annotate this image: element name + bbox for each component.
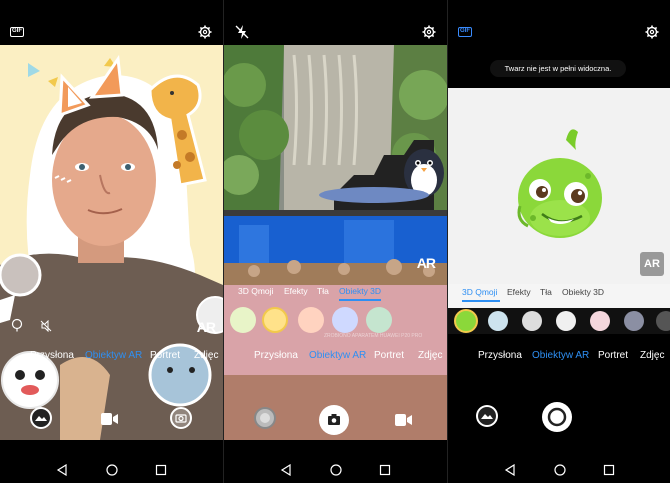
gallery-icon[interactable] [254,407,276,429]
video-icon[interactable] [395,413,413,427]
shutter-icon[interactable] [542,402,572,432]
screenshot-composite: GIF AR Przysłona Obiektyw AR Portret Zdj… [0,0,670,483]
face-warning-toast: Twarz nie jest w pełni widoczna. [490,60,626,77]
gear-icon[interactable] [422,25,436,39]
mode-photo[interactable]: Zdjęc [418,350,442,361]
back-nav-icon[interactable] [280,464,292,476]
home-nav-icon[interactable] [330,464,342,476]
nav-bar [0,440,223,483]
mute-icon[interactable] [40,320,52,332]
qmoji-preview[interactable]: AR [448,88,670,284]
mode-portrait[interactable]: Portret [598,350,628,361]
recents-nav-icon[interactable] [603,464,615,476]
camera-panel-2: AR 3D Qmoji Efekty Tła Obiekty 3D ZROBIO… [224,0,447,483]
qmoji-item-cat[interactable] [556,311,576,331]
mode-aperture[interactable]: Przysłona [254,350,298,361]
gallery-icon[interactable] [476,405,498,427]
mode-photo[interactable]: Zdjęc [640,350,664,361]
mode-portrait[interactable]: Portret [150,350,180,361]
camera-panel-1: GIF AR Przysłona Obiektyw AR Portret Zdj… [0,0,223,483]
watermark-text: ZROBIONO APARATEM HUAWEI P20 PRO [324,333,423,339]
tab-3d-objects[interactable]: Obiekty 3D [339,286,381,296]
mode-ar-lens[interactable]: Obiektyw AR [532,350,589,361]
qmoji-item-rabbit[interactable] [590,311,610,331]
qmoji-picker [448,308,670,334]
chameleon-avatar [517,129,602,238]
mode-ar-lens[interactable]: Obiektyw AR [85,350,142,361]
ar-lens-badge: AR [196,319,216,335]
mode-photo[interactable]: Zdjęc [194,350,218,361]
object-item-penguin-selected[interactable] [262,307,288,333]
face-beauty-icon[interactable] [10,318,24,332]
recents-nav-icon[interactable] [155,464,167,476]
gif-icon[interactable]: GIF [458,27,472,37]
camera-viewfinder[interactable]: AR Przysłona Obiektyw AR Portret Zdjęc [0,45,223,440]
top-bar [224,0,447,45]
mode-portrait[interactable]: Portret [374,350,404,361]
gif-icon[interactable]: GIF [10,27,24,37]
top-bar: GIF [448,0,670,45]
mode-aperture[interactable]: Przysłona [30,350,74,361]
object-item-umbrella[interactable] [298,307,324,333]
shutter-icon[interactable] [170,407,192,429]
active-tab-underline [339,299,381,301]
back-nav-icon[interactable] [504,464,516,476]
nav-bar [448,440,670,483]
ar-category-tabs: 3D Qmoji Efekty Tła Obiekty 3D [448,284,670,308]
ar-sticker-preview [0,45,223,440]
gear-icon[interactable] [645,25,659,39]
aquarium-ar-preview [224,45,447,440]
back-nav-icon[interactable] [56,464,68,476]
camera-viewfinder[interactable]: AR 3D Qmoji Efekty Tła Obiekty 3D ZROBIO… [224,45,447,440]
mode-aperture[interactable]: Przysłona [478,350,522,361]
ar-category-tabs: 3D Qmoji Efekty Tła Obiekty 3D [224,283,447,301]
nav-bar [224,440,447,483]
tab-3d-objects[interactable]: Obiekty 3D [562,287,604,297]
gallery-icon[interactable] [30,407,52,429]
object-item-fish[interactable] [230,307,256,333]
mode-ar-lens[interactable]: Obiektyw AR [309,350,366,361]
home-nav-icon[interactable] [106,464,118,476]
object-item-boat[interactable] [366,307,392,333]
tab-3d-qmoji[interactable]: 3D Qmoji [238,286,273,296]
tab-3d-qmoji[interactable]: 3D Qmoji [462,287,497,297]
qmoji-item-more[interactable] [656,311,670,331]
tab-backgrounds[interactable]: Tła [540,287,552,297]
camera-panel-3: GIF Twarz nie jest w pełni widoczna. AR … [448,0,670,483]
camera-mode-selector: Przysłona Obiektyw AR Portret Zdjęc [224,350,447,370]
ar-lens-badge: AR [640,252,664,276]
ar-lens-badge: AR [416,255,436,271]
tab-effects[interactable]: Efekty [507,287,531,297]
tab-backgrounds[interactable]: Tła [317,286,329,296]
camera-mode-selector: Przysłona Obiektyw AR Portret Zdjęc [0,350,223,370]
shutter-icon[interactable] [319,405,349,435]
tab-effects[interactable]: Efekty [284,286,308,296]
camera-mode-selector: Przysłona Obiektyw AR Portret Zdjęc [448,350,670,370]
qmoji-item-bird[interactable] [488,311,508,331]
qmoji-item-robot[interactable] [624,311,644,331]
recents-nav-icon[interactable] [379,464,391,476]
flash-off-icon[interactable] [235,24,249,40]
object-item-crab[interactable] [332,307,358,333]
qmoji-item-husky[interactable] [522,311,542,331]
top-bar: GIF [0,0,223,45]
video-icon[interactable] [101,412,119,426]
home-nav-icon[interactable] [554,464,566,476]
gear-icon[interactable] [198,25,212,39]
qmoji-item-chameleon-selected[interactable] [454,309,478,333]
active-tab-underline [462,300,500,302]
